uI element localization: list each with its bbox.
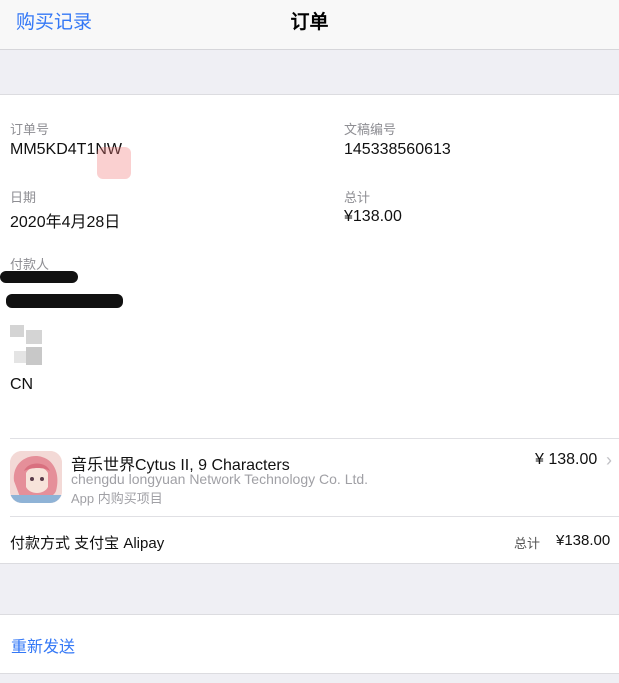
divider <box>10 438 619 439</box>
item-price: ¥ 138.00 <box>535 451 598 468</box>
total-value: ¥138.00 <box>344 208 402 225</box>
item-type: App 内购买项目 <box>71 491 163 506</box>
order-number-label: 订单号 <box>10 122 50 137</box>
divider <box>10 516 619 517</box>
payment-total-value: ¥138.00 <box>556 532 611 549</box>
page-title: 订单 <box>290 12 329 33</box>
app-icon-cytus <box>10 451 62 503</box>
document-number-value: 145338560613 <box>344 141 451 158</box>
order-details-card: 订单号 MM5KD4T1NW 文稿编号 145338560613 日期 2020… <box>0 94 619 564</box>
watermark-icon <box>97 147 131 179</box>
payment-total-label: 总计 <box>514 536 541 551</box>
date-value: 2020年4月28日 <box>10 214 121 231</box>
resend-card: 重新发送 <box>0 614 619 674</box>
date-label: 日期 <box>10 190 37 205</box>
resend-button[interactable]: 重新发送 <box>11 633 75 657</box>
navigation-bar: 购买记录 订单 <box>0 0 619 50</box>
payment-method: 付款方式 支付宝 Alipay <box>10 535 165 552</box>
country-value: CN <box>10 376 34 393</box>
total-label: 总计 <box>344 190 371 205</box>
document-number-label: 文稿编号 <box>344 122 397 137</box>
chevron-right-icon: › <box>606 450 612 470</box>
item-developer: chengdu longyuan Network Technology Co. … <box>71 471 369 487</box>
